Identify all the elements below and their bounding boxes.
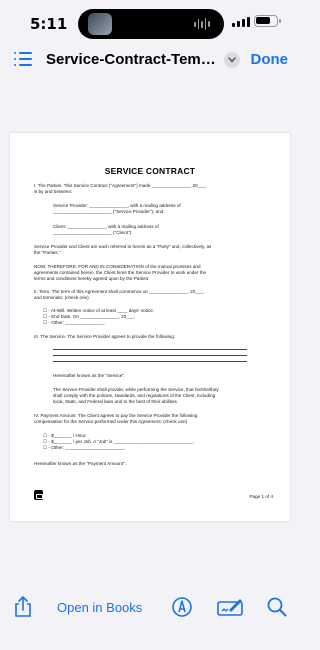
blank-line <box>53 361 247 362</box>
chevron-down-icon[interactable] <box>224 52 240 68</box>
now-playing-thumbnail <box>88 13 112 35</box>
doc-line: and terminate: (check one) <box>34 295 89 300</box>
done-button[interactable]: Done <box>251 51 289 68</box>
dynamic-island[interactable] <box>78 9 224 39</box>
blank-line <box>53 355 247 356</box>
battery-icon <box>254 15 281 27</box>
doc-line: the "Parties." <box>34 250 61 255</box>
markup-icon[interactable] <box>172 596 192 623</box>
share-icon[interactable] <box>13 596 33 623</box>
status-time: 5:11 <box>30 15 68 33</box>
page-number: Page 1 of 4 <box>249 494 274 499</box>
doc-line: _______________________ ("Client"). <box>53 230 133 235</box>
status-bar: 5:11 <box>0 0 300 44</box>
document-page[interactable]: SERVICE CONTRACT I. The Parties. This Se… <box>10 133 290 521</box>
doc-line: _______________________ ("Service Provid… <box>53 209 164 214</box>
page-title: SERVICE CONTRACT <box>104 166 196 176</box>
doc-line: is by and between: <box>34 189 73 194</box>
doc-line: local, State, and Federal laws and to th… <box>53 399 179 404</box>
doc-line: ☐ - Other: _______________. <box>43 320 105 325</box>
doc-line: Hereinafter known as the "Service". <box>53 373 126 378</box>
doc-line: Hereinafter known as the "Payment Amount… <box>34 461 126 466</box>
search-icon[interactable] <box>267 596 287 623</box>
doc-line: compensation for the Service performed u… <box>34 419 188 424</box>
list-icon[interactable] <box>14 52 32 66</box>
blank-line <box>53 349 247 350</box>
doc-line: terms and conditions hereby agreed upon … <box>34 276 150 281</box>
audio-wave-icon <box>194 18 210 30</box>
open-in-books-button[interactable]: Open in Books <box>57 600 142 615</box>
doc-line: ☐ - Other: _______________________. <box>43 445 126 450</box>
sign-icon[interactable] <box>217 596 243 623</box>
doc-line: III. The Service. The Service Provider a… <box>34 334 176 339</box>
document-title[interactable]: Service-Contract-Templat... <box>46 51 218 68</box>
bottom-toolbar: Open in Books <box>0 590 300 626</box>
document-logo-icon <box>34 490 43 500</box>
signal-icon <box>232 16 250 27</box>
nav-bar: Service-Contract-Templat... Done <box>0 44 300 74</box>
